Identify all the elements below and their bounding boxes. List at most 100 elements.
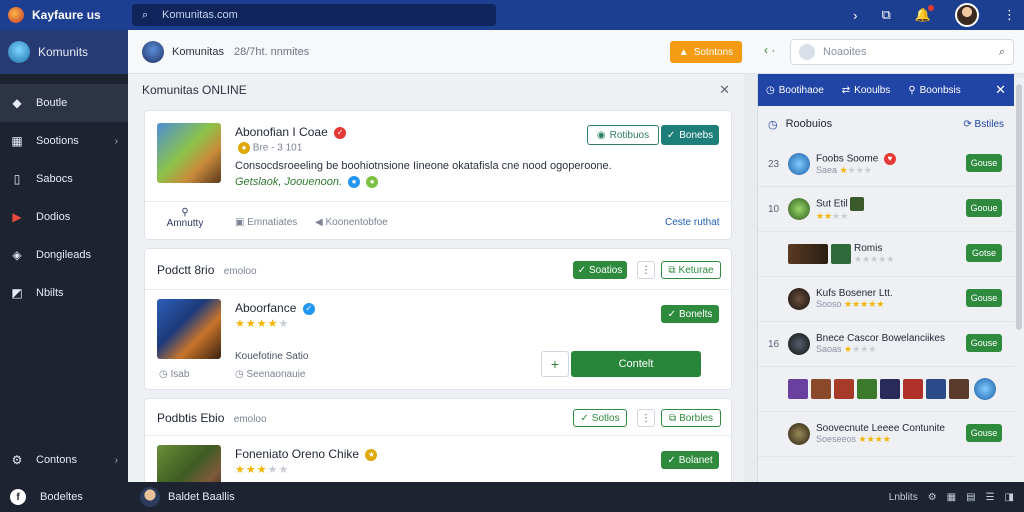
member-search[interactable]: Noaoites ⌕ <box>790 39 1014 65</box>
footer-brand[interactable]: f Bodeltes <box>10 489 140 505</box>
community-thumbnail[interactable] <box>157 445 221 482</box>
megaphone-icon: ◀ <box>315 217 323 228</box>
leaderboard-row[interactable]: 23 Foobs Soome ♥ Saea ★★★★ Gouse <box>758 142 1014 187</box>
follow-button[interactable]: ◉ Rotibuos <box>587 125 659 145</box>
chevron-right-icon: › <box>114 135 118 147</box>
sessions-meta-text: Isab <box>170 369 190 380</box>
sidebar-header[interactable]: Komunits <box>0 30 128 74</box>
card-subtitle: Kouefotine Satio <box>235 351 309 362</box>
footer-user-name: Baldet Baallis <box>168 491 235 503</box>
search-input[interactable]: Komunitas.com <box>162 9 238 21</box>
grid-icon[interactable]: ▦ <box>947 492 956 503</box>
window-icon[interactable]: ◨ <box>1005 492 1014 503</box>
search-bar[interactable]: ⌕ Komunitas.com ⟳ ↻ <box>132 4 1024 486</box>
contact-button[interactable]: Contelt <box>571 351 701 377</box>
member-avatar[interactable] <box>926 379 946 399</box>
sidebar-item-dodios[interactable]: ▶ Dodios <box>0 198 128 236</box>
add-icon[interactable]: + <box>541 351 569 377</box>
grid-icon: ▦ <box>11 134 23 148</box>
check-icon: ✓ <box>667 454 676 466</box>
action-button[interactable]: ▲ Sotntons <box>670 41 742 63</box>
chat-icon[interactable]: ▤ <box>966 492 975 503</box>
announcements-link[interactable]: ◀ Koonentobfoe <box>315 217 388 228</box>
settings-icon[interactable]: ⚙ <box>928 492 937 503</box>
schedule-meta-text: Seenaonauie <box>246 369 306 380</box>
member-sub: Saea <box>816 164 838 175</box>
community-link[interactable]: ⚲ Amnutty <box>161 207 209 229</box>
member-avatar[interactable] <box>834 379 854 399</box>
member-avatar[interactable] <box>903 379 923 399</box>
status-button[interactable]: ✓ Sotlos <box>573 409 627 427</box>
leaderboard-tabs: ◷ Bootihaoe ⇄ Kooulbs ⚲ Boonbsis ✕ <box>758 74 1014 106</box>
leaderboard-row[interactable]: Soovecnute Leeee Contunite Soeseeos ★★★★… <box>758 412 1014 457</box>
user-avatar[interactable] <box>955 3 979 27</box>
search-icon: ⌕ <box>142 8 149 21</box>
share-icon[interactable]: ⧉ <box>882 7 891 23</box>
share-button[interactable]: ⧉ Borbles <box>661 409 721 427</box>
member-avatar[interactable] <box>880 379 900 399</box>
sidebar-item-dongileads[interactable]: ◈ Dongileads <box>0 236 128 274</box>
member-avatar[interactable] <box>811 379 831 399</box>
app-logo[interactable]: Kayfaure us <box>0 7 130 23</box>
scrollbar[interactable] <box>1016 84 1022 330</box>
menu-kebab-icon[interactable]: ⋮ <box>1003 7 1016 23</box>
leaderboard-row[interactable]: Kufs Bosener Ltt. Sooso ★★★★★ Gouse <box>758 277 1014 322</box>
follow-button[interactable]: Gouse <box>966 424 1002 442</box>
member-avatar[interactable] <box>949 379 969 399</box>
panel-header: Komunitas ONLINE ✕ <box>128 74 744 106</box>
card-header: Podctt 8rio emoloo <box>157 263 257 277</box>
share-button-label: Borbles <box>679 412 714 424</box>
tab-boonbsis[interactable]: ⚲ Boonbsis <box>908 85 960 96</box>
follow-button[interactable]: Gouse <box>966 289 1002 307</box>
member-avatar[interactable] <box>788 379 808 399</box>
join-button[interactable]: ✓ Bonebs <box>661 125 719 145</box>
follow-button[interactable]: Gouse <box>966 154 1002 172</box>
footer-link[interactable]: Lnblits <box>889 492 918 503</box>
member-avatar[interactable] <box>857 379 877 399</box>
community-thumbnail[interactable] <box>157 299 221 359</box>
sidebar-item-sabocs[interactable]: ▯ Sabocs <box>0 160 128 198</box>
community-card: Podctt 8rio emoloo ✓ Soatios ⋮ ⧉ Keturae… <box>144 248 732 390</box>
sidebar-item-sootions[interactable]: ▦ Sootions › <box>0 122 128 160</box>
more-options-icon[interactable]: ⋮ <box>637 261 655 279</box>
leaderboard-row[interactable]: 10 Sut Etil ★★★★ Gooue <box>758 187 1014 232</box>
join-button[interactable]: ✓ Bolanet <box>661 451 719 469</box>
close-icon[interactable]: ✕ <box>995 82 1006 98</box>
share-button[interactable]: ⧉ Keturae <box>661 261 721 279</box>
member-avatar <box>788 198 810 220</box>
badge-icon: ♥ <box>884 152 897 165</box>
join-button[interactable]: ✓ Bonelts <box>661 305 719 323</box>
footer-user[interactable]: Baldet Baallis <box>140 487 235 507</box>
download-icon: ◈ <box>12 248 22 262</box>
leaderboard-row[interactable]: 16 Bnece Cascor Bowelanciikes Saoas ★★★★… <box>758 322 1014 367</box>
sidebar-item-contons[interactable]: ⚙ Contons › <box>0 440 128 480</box>
leaderboard-row[interactable]: Romis ★★★★★ Gotse <box>758 232 1014 277</box>
details-link[interactable]: Ceste ruthat <box>665 217 719 228</box>
member-avatar[interactable] <box>974 378 996 400</box>
list-icon[interactable]: ☰ <box>986 492 995 503</box>
clock-icon: ◷ <box>768 118 778 131</box>
view-all-link[interactable]: ⟳ Bstiles <box>963 119 1004 130</box>
expand-icon[interactable]: ‹ · <box>764 43 775 57</box>
status-button[interactable]: ✓ Soatios <box>573 261 627 279</box>
follow-button[interactable]: Gouse <box>966 334 1002 352</box>
brand-logo-icon: f <box>10 489 26 505</box>
refresh-icon: ⟳ <box>963 118 972 130</box>
forward-icon[interactable]: › <box>853 8 857 23</box>
sidebar-item-nbilts[interactable]: ◩ Nbilts <box>0 274 128 312</box>
tab-bootihaoe[interactable]: ◷ Bootihaoe <box>766 85 824 96</box>
more-options-icon[interactable]: ⋮ <box>637 409 655 427</box>
clock-icon: ◷ <box>766 84 775 96</box>
member-search-input[interactable]: Noaoites <box>823 46 866 58</box>
follow-button[interactable]: Gotse <box>966 244 1002 262</box>
leaderboard-title: Roobuios <box>785 118 833 130</box>
tab-kooulbs[interactable]: ⇄ Kooulbs <box>842 85 891 96</box>
user-icon <box>799 44 815 60</box>
community-thumbnail[interactable] <box>157 123 221 183</box>
events-link[interactable]: ▣ Emnatiates <box>235 217 297 228</box>
divider <box>145 201 731 202</box>
close-icon[interactable]: ✕ <box>719 82 730 98</box>
follow-button[interactable]: Gooue <box>966 199 1002 217</box>
sidebar-item-boutle[interactable]: ◆ Boutle <box>0 84 128 122</box>
notifications-icon[interactable]: 🔔 <box>915 5 934 23</box>
